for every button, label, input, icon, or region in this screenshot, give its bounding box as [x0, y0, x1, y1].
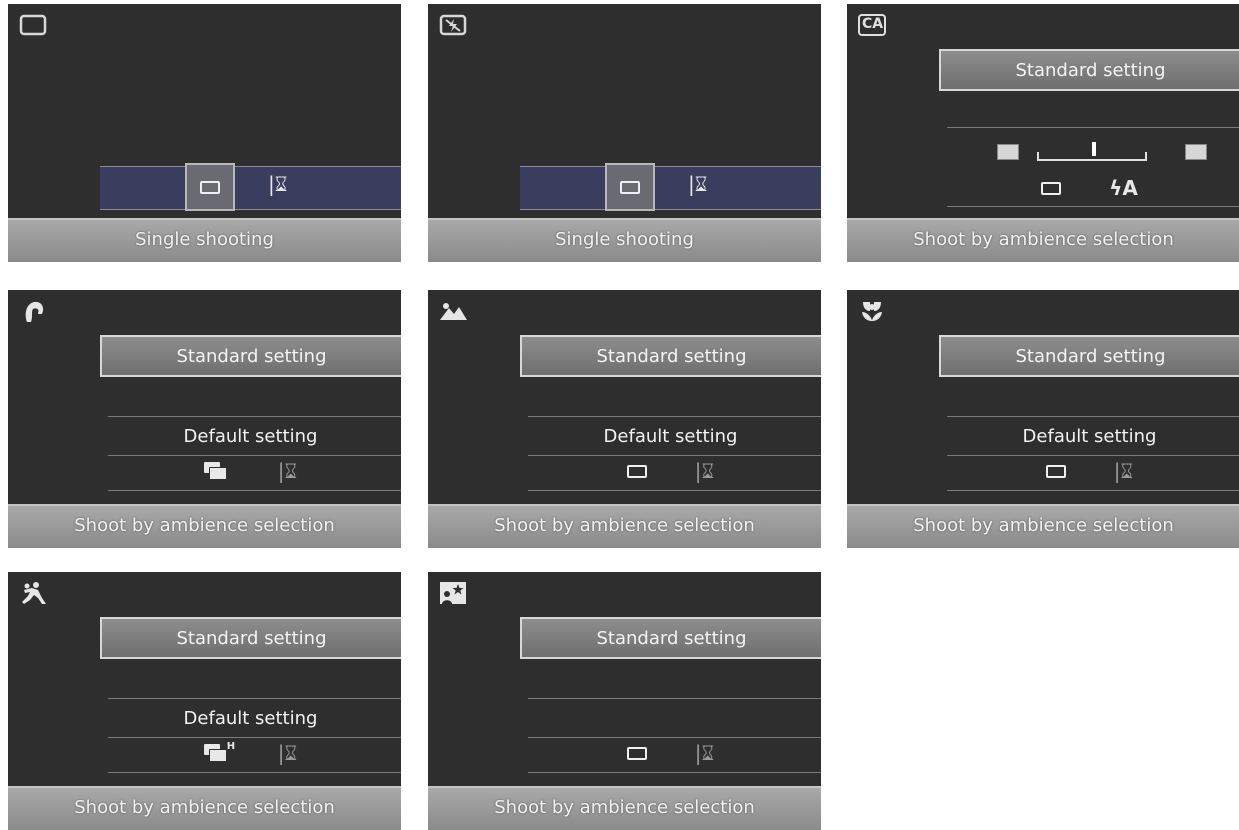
single-shot-icon[interactable]: [1045, 464, 1066, 478]
footer-label: Shoot by ambience selection: [428, 786, 821, 830]
standard-setting-button[interactable]: Standard setting: [939, 335, 1239, 377]
default-setting-label[interactable]: Default setting: [939, 423, 1239, 451]
footer-label: Shoot by ambience selection: [847, 218, 1239, 262]
divider: [108, 698, 401, 699]
slider-knob[interactable]: [1092, 142, 1096, 156]
drive-row: H |⌛︎: [100, 739, 401, 767]
screen-night-portrait: Standard setting |⌛︎ Shoot by ambience s…: [428, 572, 821, 830]
single-shot-icon[interactable]: [626, 464, 647, 478]
standard-setting-button[interactable]: Standard setting: [100, 617, 401, 659]
footer-label: Shoot by ambience selection: [847, 504, 1239, 548]
divider: [528, 416, 821, 417]
drive-mode-strip: |⌛︎: [100, 163, 401, 211]
background-blur-slider[interactable]: [997, 142, 1207, 166]
divider: [108, 455, 401, 456]
self-timer-icon[interactable]: |⌛︎: [278, 461, 297, 481]
standard-setting-button[interactable]: Standard setting: [939, 49, 1239, 91]
default-setting-label[interactable]: Default setting: [100, 705, 401, 733]
drive-flash-row: ϟA: [939, 174, 1239, 202]
screen-close-up: Standard setting Default setting |⌛︎ Sho…: [847, 290, 1239, 548]
footer-label: Shoot by ambience selection: [8, 504, 401, 548]
divider: [108, 737, 401, 738]
default-setting-label[interactable]: Default setting: [520, 423, 821, 451]
divider: [947, 127, 1239, 128]
drive-row: |⌛︎: [939, 457, 1239, 485]
single-shot-icon: [200, 180, 220, 194]
drive-mode-strip: |⌛︎: [520, 163, 821, 211]
divider: [947, 206, 1239, 207]
footer-label: Single shooting: [428, 218, 821, 262]
divider: [108, 772, 401, 773]
ca-label: CA: [862, 16, 884, 32]
flash-off-mode-icon: [438, 12, 468, 38]
slider-tick: [1145, 152, 1147, 160]
divider: [947, 490, 1239, 491]
ca-mode-icon: CA: [857, 12, 887, 38]
screen-sports: Standard setting Default setting H |⌛︎ S…: [8, 572, 401, 830]
divider: [528, 737, 821, 738]
single-shooting-option[interactable]: [185, 163, 235, 211]
portrait-mode-icon: [18, 298, 48, 324]
divider: [947, 416, 1239, 417]
self-timer-icon[interactable]: |⌛︎: [268, 174, 287, 194]
footer-label: Single shooting: [8, 218, 401, 262]
self-timer-icon[interactable]: |⌛︎: [1114, 461, 1133, 481]
high-speed-label: H: [226, 741, 236, 752]
self-timer-icon[interactable]: |⌛︎: [688, 174, 707, 194]
drive-row: |⌛︎: [520, 457, 821, 485]
standard-setting-button[interactable]: Standard setting: [520, 335, 821, 377]
footer-label: Shoot by ambience selection: [428, 504, 821, 548]
footer-label: Shoot by ambience selection: [8, 786, 401, 830]
sharp-background-icon: [1185, 144, 1207, 160]
screen-creative-auto: CA Standard setting ϟA Shoot by ambience…: [847, 4, 1239, 262]
slider-track: [1037, 159, 1147, 161]
high-speed-continuous-icon[interactable]: H: [203, 741, 235, 762]
divider: [108, 490, 401, 491]
full-auto-mode-icon: [18, 12, 48, 38]
screen-landscape: Standard setting Default setting |⌛︎ Sho…: [428, 290, 821, 548]
night-portrait-mode-icon: [438, 580, 468, 606]
slider-tick: [1037, 152, 1039, 160]
standard-setting-button[interactable]: Standard setting: [520, 617, 821, 659]
drive-row: |⌛︎: [100, 457, 401, 485]
divider: [528, 455, 821, 456]
divider: [528, 490, 821, 491]
screen-flash-off: |⌛︎ Single shooting: [428, 4, 821, 262]
single-shot-icon: [620, 180, 640, 194]
divider: [528, 698, 821, 699]
self-timer-icon[interactable]: |⌛︎: [695, 461, 714, 481]
divider: [947, 455, 1239, 456]
default-setting-label[interactable]: Default setting: [100, 423, 401, 451]
flower-mode-icon: [857, 298, 887, 324]
flash-auto-icon[interactable]: ϟA: [1109, 178, 1138, 198]
single-shot-icon[interactable]: [1041, 181, 1062, 195]
standard-setting-button[interactable]: Standard setting: [100, 335, 401, 377]
self-timer-icon[interactable]: |⌛︎: [278, 743, 297, 763]
landscape-mode-icon: [438, 298, 468, 324]
divider: [528, 772, 821, 773]
self-timer-icon[interactable]: |⌛︎: [695, 743, 714, 763]
drive-row: |⌛︎: [520, 739, 821, 767]
sports-mode-icon: [18, 580, 48, 606]
single-shooting-option[interactable]: [605, 163, 655, 211]
continuous-shooting-icon[interactable]: [203, 462, 230, 480]
blur-background-icon: [997, 144, 1019, 160]
single-shot-icon[interactable]: [626, 746, 647, 760]
screen-full-auto: |⌛︎ Single shooting: [8, 4, 401, 262]
screen-portrait: Standard setting Default setting |⌛︎ Sho…: [8, 290, 401, 548]
divider: [108, 416, 401, 417]
